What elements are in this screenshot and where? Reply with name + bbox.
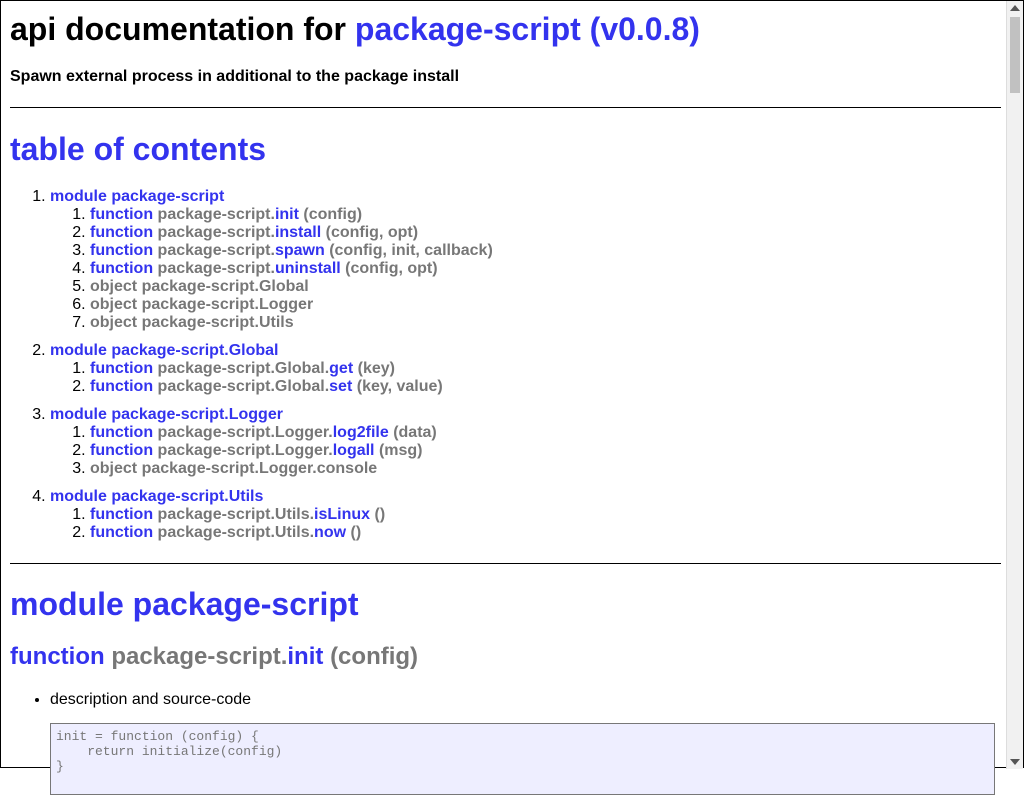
toc-function-keyword[interactable]: function [90,424,153,441]
toc-function-args: (key, value) [356,378,443,395]
toc-sublist: function package-script.Global.get (key)… [50,360,493,396]
toc-entry[interactable]: object package-script.Logger.console [90,460,493,478]
toc-function-args: (config, opt) [345,260,438,277]
toc-entry[interactable]: object package-script.Utils [90,314,493,332]
toc-function-keyword[interactable]: function [90,378,153,395]
source-code-block: init = function (config) { return initia… [50,723,995,795]
function-keyword-link[interactable]: function [10,643,105,670]
toc-module-link[interactable]: module package-script [50,188,224,205]
toc-function-args: (data) [393,424,437,441]
toc-function-name-link[interactable]: install [275,224,321,241]
toc-entry[interactable]: object package-script.Logger [90,296,493,314]
toc-function-args: () [374,506,386,523]
toc-module-link[interactable]: module package-script.Logger [50,406,283,423]
toc-function-args: (config, init, callback) [329,242,493,259]
toc-function-keyword[interactable]: function [90,242,153,259]
divider [10,107,1001,108]
toc-function-keyword[interactable]: function [90,206,153,223]
package-description: Spawn external process in additional to … [10,68,460,85]
toc-entry-prefix: package-script. [157,260,275,277]
toc-module-link[interactable]: module package-script.Utils [50,488,263,505]
toc-function-keyword[interactable]: function [90,524,153,541]
toc-function-keyword[interactable]: function [90,260,153,277]
toc-heading: table of contents [10,131,267,167]
toc-list: module package-scriptfunction package-sc… [10,188,493,552]
toc-object-entry[interactable]: object package-script.Utils [90,314,294,331]
package-link[interactable]: package-script (v0.0.8) [355,11,700,47]
module-link[interactable]: module package-script [10,586,359,622]
toc-module-item: module package-script.Utilsfunction pack… [50,488,493,542]
toc-function-name-link[interactable]: set [329,378,352,395]
toc-entry-prefix: package-script.Utils. [157,524,315,541]
toc-function-args: (config) [303,206,363,223]
toc-entry-prefix: package-script.Utils. [157,506,315,523]
toc-sublist: function package-script.Utils.isLinux ()… [50,506,493,542]
toc-entry-prefix: package-script. [157,224,275,241]
toc-entry[interactable]: function package-script.Utils.isLinux () [90,506,493,524]
toc-function-name-link[interactable]: init [275,206,299,223]
toc-function-args: (config, opt) [325,224,419,241]
toc-entry[interactable]: function package-script.Logger.logall (m… [90,442,493,460]
toc-sublist: function package-script.init (config)fun… [50,206,493,332]
toc-function-args: (key) [357,360,395,377]
description-list: description and source-code [10,691,251,709]
toc-entry[interactable]: function package-script.Utils.now () [90,524,493,542]
toc-function-name-link[interactable]: now [314,524,346,541]
toc-module-item: module package-script.Globalfunction pac… [50,342,493,396]
function-args: (config) [330,643,419,670]
toc-sublist: function package-script.Logger.log2file … [50,424,493,478]
toc-entry-prefix: package-script.Global. [157,378,330,395]
toc-entry[interactable]: function package-script.spawn (config, i… [90,242,493,260]
toc-module-item: module package-script.Loggerfunction pac… [50,406,493,478]
description-item: description and source-code [50,691,251,709]
page-title-prefix: api documentation for [10,11,346,47]
toc-entry[interactable]: function package-script.Global.set (key,… [90,378,493,396]
document-content: api documentation for package-script (v0… [10,1,1001,795]
scroll-down-icon[interactable] [1010,759,1020,765]
toc-object-entry[interactable]: object package-script.Global [90,278,309,295]
scrollbar-thumb[interactable] [1010,17,1020,93]
toc-entry[interactable]: object package-script.Global [90,278,493,296]
toc-function-name-link[interactable]: get [329,360,353,377]
divider [10,563,1001,564]
toc-entry-prefix: package-script. [157,206,275,223]
toc-function-args: () [350,524,362,541]
function-heading: function package-script.init (config) [10,643,418,671]
toc-function-args: (msg) [378,442,423,459]
scroll-up-icon[interactable] [1010,5,1020,11]
toc-function-name-link[interactable]: spawn [275,242,325,259]
toc-entry[interactable]: function package-script.Logger.log2file … [90,424,493,442]
toc-entry-prefix: package-script. [157,242,275,259]
toc-function-name-link[interactable]: uninstall [275,260,341,277]
toc-entry[interactable]: function package-script.Global.get (key) [90,360,493,378]
function-prefix: package-script. [111,643,288,670]
toc-function-keyword[interactable]: function [90,506,153,523]
toc-function-name-link[interactable]: isLinux [314,506,370,523]
toc-entry-prefix: package-script.Logger. [157,442,333,459]
module-heading[interactable]: module package-script [10,586,359,622]
toc-entry-prefix: package-script.Global. [157,360,330,377]
toc-entry-prefix: package-script.Logger. [157,424,333,441]
toc-module-item: module package-scriptfunction package-sc… [50,188,493,332]
toc-function-keyword[interactable]: function [90,224,153,241]
toc-object-entry[interactable]: object package-script.Logger [90,296,313,313]
toc-entry[interactable]: function package-script.uninstall (confi… [90,260,493,278]
toc-function-name-link[interactable]: log2file [333,424,389,441]
toc-module-link[interactable]: module package-script.Global [50,342,279,359]
toc-entry[interactable]: function package-script.init (config) [90,206,493,224]
page-title: api documentation for package-script (v0… [10,11,1001,47]
function-name-link[interactable]: init [287,643,323,670]
toc-function-name-link[interactable]: logall [333,442,375,459]
toc-function-keyword[interactable]: function [90,360,153,377]
vertical-scrollbar[interactable] [1006,1,1023,769]
toc-entry[interactable]: function package-script.install (config,… [90,224,493,242]
toc-function-keyword[interactable]: function [90,442,153,459]
toc-object-entry[interactable]: object package-script.Logger.console [90,460,377,477]
